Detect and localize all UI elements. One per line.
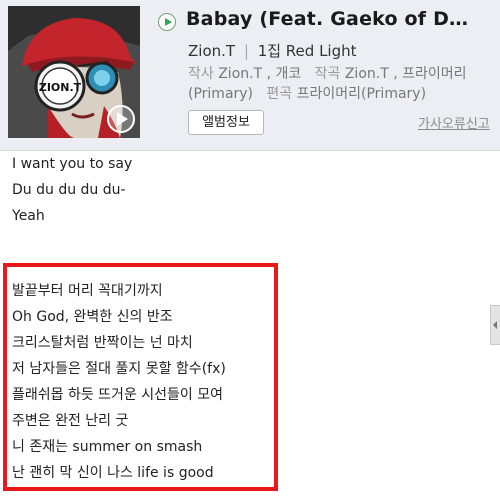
lyric-line: 난 괜히 막 신이 나스 life is good: [12, 465, 214, 481]
composer-label: 작곡: [314, 66, 341, 82]
song-header: ZION.T Babay (Feat. Gaeko of D… Zion.T |…: [0, 0, 500, 151]
album-art[interactable]: ZION.T: [8, 6, 140, 138]
lyrics-block: I want you to say Du du du du du- Yeah: [12, 151, 132, 229]
song-title[interactable]: Babay (Feat. Gaeko of D…: [186, 8, 496, 30]
svg-text:ZION.T: ZION.T: [39, 81, 82, 94]
lyric-line: Du du du du du-: [12, 182, 126, 198]
album-art-image: ZION.T: [8, 6, 140, 138]
lyric-line: 주변은 완전 난리 굿: [12, 413, 129, 429]
lyrics-error-report-link[interactable]: 가사오류신고: [418, 113, 490, 132]
album-info-button[interactable]: 앨범정보: [188, 110, 264, 135]
arranger-value[interactable]: 프라이머리(Primary): [297, 86, 426, 102]
artist-link[interactable]: Zion.T: [188, 42, 235, 60]
lyric-line: I want you to say: [12, 156, 133, 172]
collapse-side-tab[interactable]: [490, 305, 500, 345]
lyric-line: 플래쉬몹 하듯 뜨거운 시선들이 모여: [12, 387, 223, 403]
lyric-line: Oh God, 완벽한 신의 반조: [12, 309, 173, 325]
lyric-line: Yeah: [12, 208, 45, 224]
credits: 작사 Zion.T , 개코 작곡 Zion.T , 프라이머리(Primary…: [188, 64, 496, 104]
lyric-line: 크리스탈처럼 반짝이는 넌 마치: [12, 335, 193, 351]
album-link[interactable]: 1집 Red Light: [258, 42, 357, 60]
lyric-line: 니 존재는 summer on smash: [12, 439, 203, 455]
lyricist-value[interactable]: Zion.T , 개코: [218, 66, 301, 82]
separator: |: [243, 42, 249, 60]
lyricist-label: 작사: [188, 66, 214, 82]
highlighted-lyrics-block: 발끝부터 머리 꼭대기까지 Oh God, 완벽한 신의 반조 크리스탈처럼 반…: [12, 278, 226, 486]
lyric-line: 발끝부터 머리 꼭대기까지: [12, 283, 163, 299]
lyric-line: 저 남자들은 절대 풀지 못할 함수(fx): [12, 361, 226, 377]
play-button[interactable]: [158, 13, 176, 31]
arranger-label: 편곡: [266, 86, 293, 102]
artist-album-row: Zion.T | 1집 Red Light: [188, 40, 357, 61]
